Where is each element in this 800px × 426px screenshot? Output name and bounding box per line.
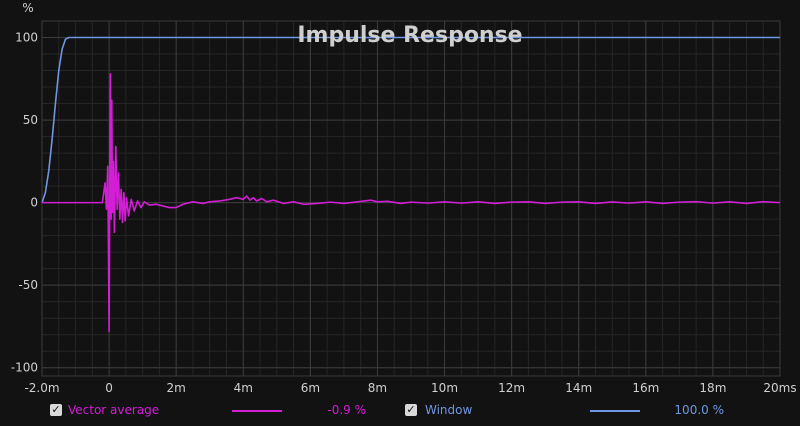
x-tick-label: 6m xyxy=(301,381,320,395)
vector-average-swatch xyxy=(232,410,282,412)
y-tick-label: 50 xyxy=(23,113,38,127)
x-tick-label: 2m xyxy=(167,381,186,395)
window-checkbox[interactable]: ✓ xyxy=(405,404,417,416)
x-tick-label: 8m xyxy=(368,381,387,395)
x-tick-label: -2.0m xyxy=(24,381,59,395)
vector-average-checkbox[interactable]: ✓ xyxy=(50,404,62,416)
impulse-response-chart: -2.0m 0 2m 4m 6m 8m 10m 12m 14m 16m 18m 20ms 100 50 0… xyxy=(0,0,800,426)
x-tick-label: 4m xyxy=(234,381,253,395)
y-tick-label: -100 xyxy=(11,361,38,375)
y-axis-unit-label: % xyxy=(22,1,33,15)
x-tick-label: 14m xyxy=(565,381,592,395)
x-tick-label: 16m xyxy=(632,381,659,395)
x-tick-label: 0 xyxy=(105,381,113,395)
y-tick-label: 0 xyxy=(30,196,38,210)
legend-bar: ✓ Vector average -0.9 % ✓ Window 100.0 % xyxy=(0,398,800,424)
vector-average-label: Vector average xyxy=(68,403,160,417)
window-value: 100.0 % xyxy=(674,403,724,417)
window-label: Window xyxy=(425,403,473,417)
x-tick-label: 20ms xyxy=(763,381,796,395)
y-tick-label: 100 xyxy=(15,31,38,45)
y-tick-label: -50 xyxy=(18,278,38,292)
window-swatch xyxy=(590,410,640,412)
x-tick-label: 18m xyxy=(699,381,726,395)
x-tick-label: 12m xyxy=(498,381,525,395)
x-tick-label: 10m xyxy=(431,381,458,395)
chart-title: Impulse Response xyxy=(297,23,522,48)
vector-average-value: -0.9 % xyxy=(327,403,366,417)
